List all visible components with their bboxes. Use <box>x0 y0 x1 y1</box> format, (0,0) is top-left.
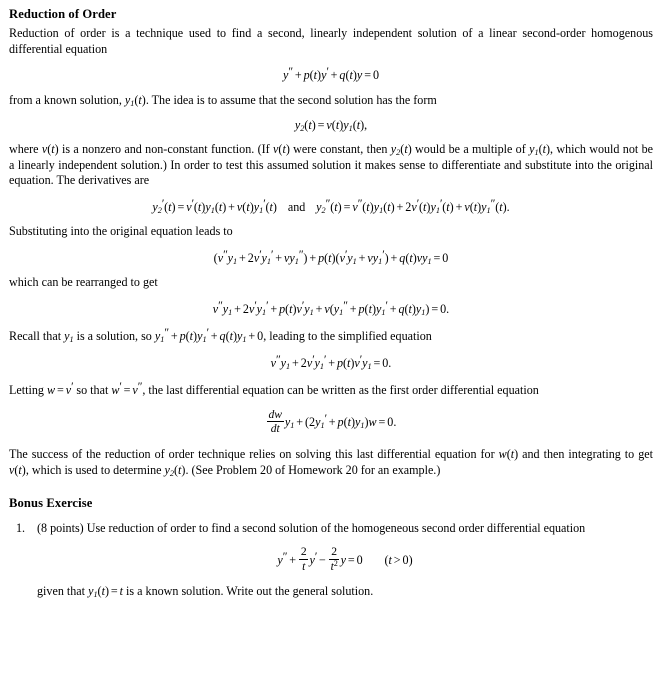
list-item-number: 1. <box>16 520 26 535</box>
fraction-denominator-t: t <box>302 559 306 573</box>
recall-paragraph: Recall that y1 is a solution, so y1″ + p(t… <box>9 326 653 345</box>
letting-text-3: , the last differential equation can be … <box>142 383 539 398</box>
fraction-numerator-dw: dw <box>266 407 284 423</box>
recall-text-2: is a solution, so <box>73 329 155 344</box>
symbol-w-of-t: w(t) <box>498 446 519 461</box>
recall-text-3: , leading to the simplified equation <box>263 329 432 344</box>
symbol-y2-of-t: y2(t) <box>390 142 412 157</box>
equation-simplified: v″y1 +2v′y1′ + p(t)v′y1 = 0. <box>9 354 653 370</box>
equation-exercise-ode-math: y″ +2 t y′ −2 t2 y = 0 (t >0) <box>277 545 413 573</box>
equation-substituted-math: (v″y1 +2v′y1′ + vy1″) + p(t)(v′y1 + vy1′) + q(t)v… <box>213 249 449 266</box>
where-v-text-1: where <box>9 142 42 157</box>
list-item: 1. (8 points) Use reduction of order to … <box>9 521 653 601</box>
where-v-paragraph: where v(t) is a nonzero and non-constant… <box>9 142 653 189</box>
symbol-v-of-t-c: v(t) <box>9 462 26 477</box>
equation-y2-form: y2(t) = v(t)y1(t), <box>9 118 653 133</box>
symbol-y1-equals-t: y1(t) = t <box>88 584 124 600</box>
symbol-v-of-t-a: v(t) <box>41 142 59 157</box>
equation-derivatives-second: y2″(t) = v″(t)y1(t) +2v′(t)y1′(t) + v(t)y1″(t… <box>316 198 510 215</box>
where-v-text-4: would be a multiple of <box>411 142 530 157</box>
success-paragraph: The success of the reduction of order te… <box>9 447 653 478</box>
symbol-v-of-t-b: v(t) <box>273 142 290 157</box>
equation-first-order-math: dw dt y1 + (2y1′ + p(t)y1)w = 0. <box>266 407 397 436</box>
equation-simplified-math: v″y1 +2v′y1′ + p(t)v′y1 = 0. <box>270 353 392 371</box>
equation-y2-form-math: y2(t) = v(t)y1(t), <box>294 117 368 133</box>
equation-rearranged-math: v″y1 +2v′y1′ + p(t)v′y1 + v(y1″ + p(t)y1′ + q(t)y… <box>212 300 450 317</box>
equation-general-ode: y″ + p(t)y′ + q(t)y = 0 <box>9 67 653 83</box>
equation-first-order: dw dt y1 + (2y1′ + p(t)y1)w = 0. <box>9 407 653 436</box>
known-solution-text-post: . The idea is to assume that the second … <box>145 92 437 107</box>
symbol-y1: y1 <box>64 329 74 345</box>
where-v-text-3: were constant, then <box>289 142 391 157</box>
success-text-2: and then integrating to get <box>518 446 653 461</box>
fraction-two-over-t-squared: 2 t2 <box>329 546 340 573</box>
substituting-paragraph: Substituting into the original equation … <box>9 224 233 239</box>
known-solution-paragraph: from a known solution, y1(t). The idea i… <box>9 93 653 109</box>
known-solution-text-pre: from a known solution, <box>9 92 125 107</box>
success-text-1: The success of the reduction of order te… <box>9 446 499 461</box>
letting-text-1: Letting <box>9 383 47 398</box>
symbol-y2-of-t-b: y2(t) <box>164 462 186 478</box>
exercise-given-text-2: is a known solution. Write out the gener… <box>123 584 374 599</box>
fraction-denominator-t-squared: t2 <box>330 558 338 573</box>
bonus-exercise-heading: Bonus Exercise <box>9 496 93 511</box>
equation-general-ode-math: y″ + p(t)y′ + q(t)y = 0 <box>282 66 379 83</box>
letting-paragraph: Letting w = v′ so that w′ = v″, the last dif… <box>9 380 653 399</box>
exercise-given-text-1: given that <box>37 584 89 599</box>
symbol-w-equals-vprime: w = v′ <box>46 381 74 398</box>
equation-derivatives-conjunction: and <box>287 199 306 214</box>
success-text-3: , which is used to determine <box>25 462 165 477</box>
equation-exercise-ode: y″ +2 t y′ −2 t2 y = 0 (t >0) <box>37 546 653 572</box>
equation-derivatives-first: y2′(t) = v′(t)y1(t) + v(t)y1′(t) <box>152 198 277 215</box>
exercise-list: 1. (8 points) Use reduction of order to … <box>9 521 653 601</box>
success-text-4: . (See Problem 20 of Homework 20 for an … <box>185 462 441 477</box>
fraction-numerator-two: 2 <box>299 545 309 560</box>
equation-rearranged: v″y1 +2v′y1′ + p(t)v′y1 + v(y1″ + p(t)y1′ + q(t)y… <box>9 300 653 316</box>
symbol-y1-of-t-b: y1(t) <box>529 142 550 157</box>
page-title: Reduction of Order <box>9 7 117 21</box>
fraction-two-over-t: 2t <box>299 545 309 573</box>
equation-substituted: (v″y1 +2v′y1′ + vy1″) + p(t)(v′y1 + vy1′) + q(t)v… <box>9 249 653 265</box>
intro-paragraph: Reduction of order is a technique used t… <box>9 26 653 56</box>
document-page: Reduction of Order Reduction of order is… <box>0 0 662 687</box>
symbol-wprime-equals-vdprime: w′ = v″ <box>111 381 143 398</box>
symbol-y1-of-t: y1(t) <box>124 92 146 108</box>
list-item-statement: Use reduction of order to find a second … <box>83 520 586 535</box>
equation-recall-inline: y1″ + p(t)y1′ + q(t)y1 +0 <box>154 327 264 345</box>
list-item-points: (8 points) <box>37 520 84 535</box>
letting-text-2: so that <box>73 383 112 398</box>
rearranged-paragraph: which can be rearranged to get <box>9 275 158 290</box>
recall-text-1: Recall that <box>9 329 65 344</box>
where-v-text-2: is a nonzero and non-constant function. … <box>58 142 274 157</box>
fraction-dw-dt: dw dt <box>266 407 284 436</box>
equation-derivatives: y2′(t) = v′(t)y1(t) + v(t)y1′(t) and y2″(t) = v″… <box>9 198 653 214</box>
fraction-denominator-dt: dt <box>270 422 280 436</box>
exercise-given-line: given that y1(t) = t is a known solution. … <box>37 584 653 600</box>
